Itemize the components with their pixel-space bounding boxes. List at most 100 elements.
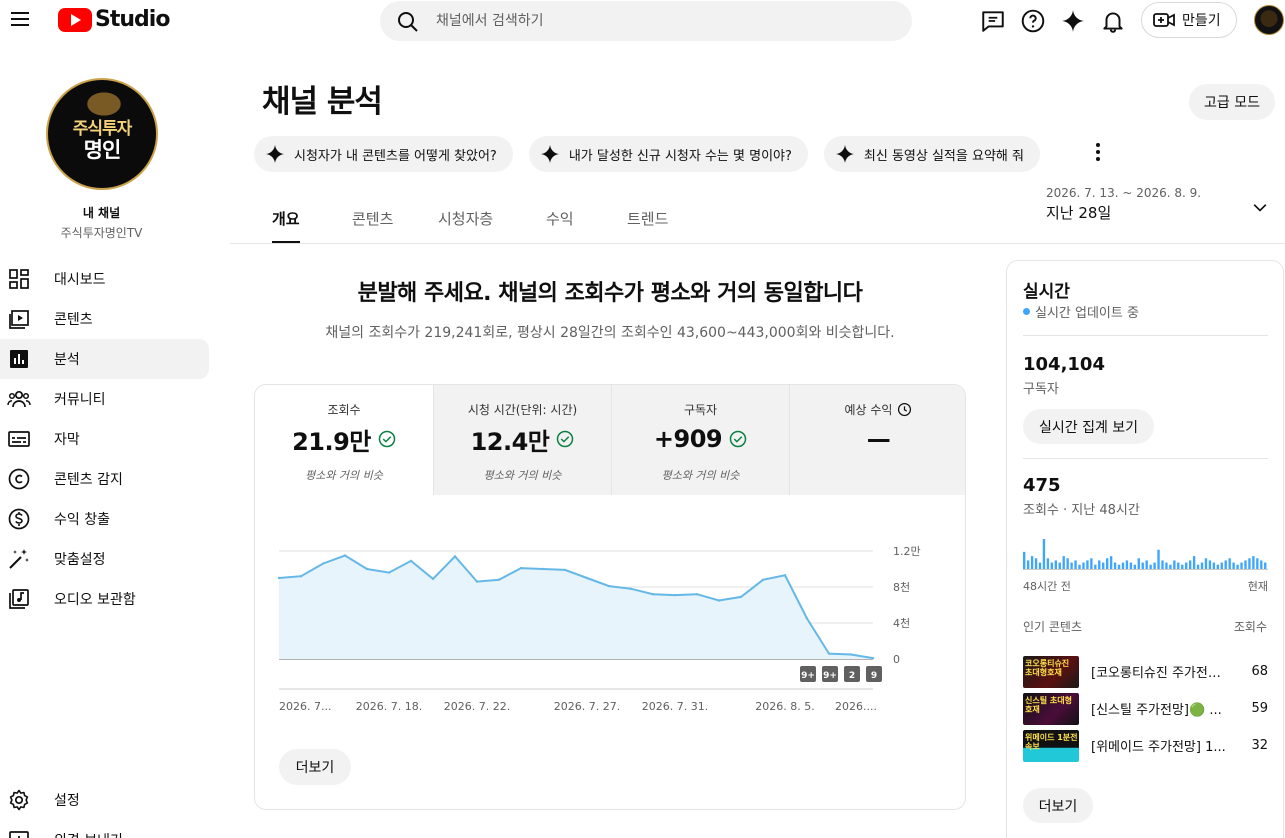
- advanced-mode-button[interactable]: 고급 모드: [1189, 84, 1275, 120]
- metric-subscribers[interactable]: 구독자 +909 평소와 거의 비슷: [611, 385, 789, 495]
- realtime-bar: [1244, 560, 1247, 569]
- suggestion-chip[interactable]: 최신 동영상 실적을 요약해 줘: [823, 136, 1040, 172]
- channel-avatar[interactable]: 주식투자 명인: [46, 78, 158, 190]
- realtime-bar: [1074, 560, 1077, 569]
- realtime-bar: [1216, 564, 1219, 569]
- x-tick-label: 2026. 7...: [279, 700, 331, 713]
- realtime-count-button[interactable]: 실시간 집계 보기: [1023, 409, 1155, 444]
- search-input[interactable]: [436, 9, 876, 33]
- realtime-bar: [1208, 560, 1212, 569]
- x-tick-label: 2026....: [835, 700, 877, 713]
- sidebar-item-settings[interactable]: 설정: [0, 780, 209, 820]
- suggestion-chip[interactable]: 시청자가 내 콘텐츠를 어떻게 찾았어?: [254, 136, 513, 172]
- tab-overview[interactable]: 개요: [272, 208, 300, 243]
- create-button[interactable]: 만들기: [1141, 2, 1237, 38]
- y-tick-label: 8천: [893, 580, 910, 594]
- realtime-bar: [1248, 558, 1251, 569]
- tab-trends[interactable]: 트렌드: [627, 208, 668, 243]
- video-views: 59: [1251, 701, 1268, 716]
- live-dot-icon: [1023, 308, 1030, 315]
- data-point: [783, 574, 787, 577]
- video-title: [위메이드 주가전망] 1...: [1091, 740, 1226, 755]
- realtime-bar: [1082, 562, 1085, 569]
- sidebar-item-label: 설정: [54, 793, 80, 809]
- account-avatar[interactable]: [1254, 5, 1284, 35]
- realtime-bar: [1058, 562, 1061, 569]
- realtime-more-button[interactable]: 더보기: [1023, 788, 1093, 823]
- top-content-views-label: 조회수: [1233, 620, 1267, 634]
- realtime-subscribers: 104,104: [1023, 354, 1105, 375]
- tab-revenue[interactable]: 수익: [546, 208, 574, 243]
- sidebar-item-feedback[interactable]: 의견 보내기: [0, 820, 209, 838]
- realtime-bar: [1204, 558, 1208, 569]
- realtime-bar: [1113, 562, 1117, 569]
- realtime-axis: 48시간 전 현재: [1023, 578, 1268, 594]
- realtime-bar: [1260, 560, 1263, 569]
- upload-badge: 9: [866, 666, 882, 682]
- sparkle-icon[interactable]: [1060, 8, 1086, 34]
- sidebar-item-label: 의견 보내기: [54, 830, 123, 838]
- see-more-button[interactable]: 더보기: [279, 749, 351, 785]
- y-tick-label: 1.2만: [893, 545, 921, 558]
- create-label: 만들기: [1182, 13, 1221, 29]
- data-point: [629, 587, 633, 590]
- views-chart[interactable]: 0 4천 8천 1.2만 2026. 7... 2026. 7. 18. 2026. 7. …: [255, 495, 966, 735]
- metric-estimated-revenue[interactable]: 예상 수익 —: [789, 385, 965, 495]
- check-circle-icon: [729, 430, 747, 448]
- search-bar[interactable]: [380, 1, 912, 41]
- menu-icon[interactable]: [8, 8, 32, 32]
- channel-name[interactable]: 주식투자명인TV: [0, 224, 203, 241]
- sidebar-item-community[interactable]: 커뮤니티: [0, 379, 209, 419]
- data-point: [849, 653, 853, 656]
- sidebar-item-monetization[interactable]: 수익 창출: [0, 499, 209, 539]
- metric-title: 시청 시간(단위: 시간): [467, 403, 578, 417]
- data-point: [497, 578, 501, 581]
- video-thumbnail: 신스틸 초대형호재: [1023, 692, 1079, 725]
- realtime-bar: [1023, 551, 1026, 569]
- data-point: [827, 652, 831, 655]
- tab-content[interactable]: 콘텐츠: [352, 208, 393, 243]
- sidebar-item-dashboard[interactable]: 대시보드: [0, 259, 209, 299]
- realtime-bar: [1212, 562, 1216, 569]
- search-icon[interactable]: [396, 10, 420, 34]
- help-icon[interactable]: [1020, 8, 1046, 34]
- list-item[interactable]: 신스틸 초대형호재 [신스틸 주가전망]🟢 ... 59: [1023, 690, 1268, 727]
- realtime-bar: [1196, 564, 1200, 569]
- metric-value: 12.4만: [470, 427, 550, 456]
- notifications-icon[interactable]: [1100, 8, 1126, 34]
- realtime-title: 실시간: [1023, 282, 1070, 302]
- video-add-icon: [1153, 13, 1175, 27]
- sidebar-item-subtitles[interactable]: 자막: [0, 419, 209, 459]
- sidebar-item-audio-library[interactable]: 오디오 보관함: [0, 579, 209, 619]
- x-tick-label: 2026. 7. 22.: [444, 700, 510, 713]
- data-point: [365, 567, 369, 571]
- metric-tabs: 조회수 21.9만 평소와 거의 비슷 시청 시간(단위: 시간) 12.4만 …: [255, 385, 965, 495]
- sidebar-item-content[interactable]: 콘텐츠: [0, 299, 209, 339]
- studio-logo[interactable]: Studio: [58, 7, 170, 32]
- youtube-play-icon: [58, 7, 92, 32]
- avatar-text-bottom: 명인: [83, 138, 122, 162]
- data-point: [343, 554, 347, 557]
- realtime-bar: [1256, 558, 1259, 569]
- suggestion-chip[interactable]: 내가 달성한 신규 시청자 수는 몇 명이야?: [528, 136, 808, 172]
- metric-views[interactable]: 조회수 21.9만 평소와 거의 비슷: [255, 385, 433, 495]
- audio-library-icon: [9, 589, 29, 609]
- realtime-bar-chart[interactable]: [1023, 531, 1268, 571]
- metric-watch-time[interactable]: 시청 시간(단위: 시간) 12.4만 평소와 거의 비슷: [433, 385, 611, 495]
- realtime-bar: [1224, 560, 1227, 569]
- data-point: [277, 576, 281, 580]
- video-title: [신스틸 주가전망]🟢 ...: [1091, 703, 1222, 718]
- realtime-bar: [1042, 539, 1046, 569]
- tab-audience[interactable]: 시청자층: [438, 208, 493, 243]
- date-range-picker[interactable]: 2026. 7. 13. ~ 2026. 8. 9. 지난 28일: [1046, 186, 1276, 230]
- date-range-label: 지난 28일: [1046, 204, 1112, 222]
- sidebar-item-analytics[interactable]: 분석: [0, 339, 209, 379]
- feedback-chat-icon[interactable]: [980, 8, 1006, 34]
- realtime-bar: [1157, 549, 1160, 569]
- sidebar-item-copyright[interactable]: 콘텐츠 감지: [0, 459, 209, 499]
- sidebar-item-customization[interactable]: 맞춤설정: [0, 539, 209, 579]
- list-item[interactable]: 위메이드 1분전속보 [위메이드 주가전망] 1... 32: [1023, 727, 1268, 764]
- list-item[interactable]: 코오롱티슈진 초대형호재 [코오롱티슈진 주가전망]... 68: [1023, 653, 1268, 690]
- more-vert-icon[interactable]: [1086, 140, 1110, 164]
- data-point: [739, 595, 743, 599]
